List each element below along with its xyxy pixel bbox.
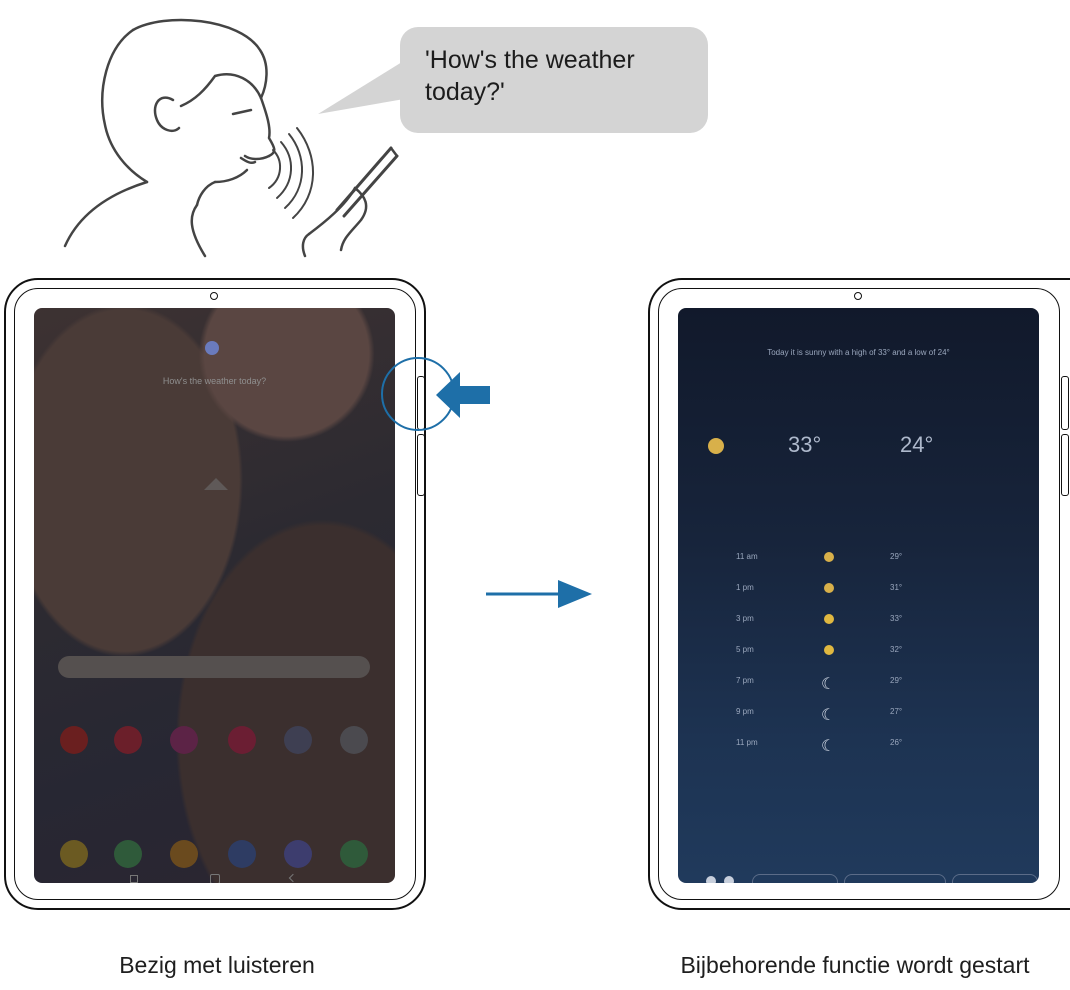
weather-current-icon (708, 438, 724, 454)
bixby-icon (205, 341, 219, 355)
person-illustration (63, 18, 399, 258)
hour-time: 1 pm (736, 583, 754, 592)
sun-cloud-icon (824, 583, 834, 593)
right-side-key[interactable] (1061, 376, 1069, 430)
dock-row (58, 840, 378, 870)
right-volume-key[interactable] (1061, 434, 1069, 496)
moon-cloud-icon: ☾ (821, 738, 836, 755)
mic-button[interactable] (706, 876, 716, 883)
home-widget-icon (204, 478, 228, 490)
right-caption: Bijbehorende functie wordt gestart (680, 952, 1030, 978)
hour-time: 7 pm (736, 676, 754, 685)
left-front-camera (210, 292, 218, 300)
suggestion-chip-3[interactable] (952, 874, 1038, 883)
back-nav-icon[interactable] (288, 873, 298, 883)
hour-temp: 27° (890, 707, 903, 716)
hour-temp: 33° (890, 614, 903, 623)
hour-time: 11 am (736, 552, 758, 561)
press-arrow-icon (436, 372, 490, 418)
app-icon-1[interactable] (60, 726, 88, 754)
left-caption: Bezig met luisteren (119, 952, 315, 978)
app-icon-4[interactable] (228, 726, 256, 754)
weather-summary: Today it is sunny with a high of 33° and… (767, 348, 950, 357)
right-front-camera (854, 292, 862, 300)
hourly-row: 9 pm ☾ 27° (678, 707, 1039, 727)
app-icon-2[interactable] (114, 726, 142, 754)
moon-icon: ☾ (821, 707, 836, 724)
sun-icon (824, 645, 834, 655)
left-volume-key[interactable] (417, 434, 425, 496)
dock-icon-6[interactable] (340, 840, 368, 868)
dock-icon-3[interactable] (170, 840, 198, 868)
hour-temp: 29° (890, 552, 903, 561)
hour-temp: 31° (890, 583, 903, 592)
sun-cloud-icon (824, 552, 834, 562)
search-bar[interactable] (58, 656, 370, 678)
hour-time: 11 pm (736, 738, 758, 747)
moon-icon: ☾ (821, 676, 836, 693)
right-screen: Today it is sunny with a high of 33° and… (678, 308, 1039, 883)
hour-temp: 32° (890, 645, 903, 654)
app-icon-6[interactable] (340, 726, 368, 754)
suggestion-chip-1[interactable] (752, 874, 838, 883)
app-icon-3[interactable] (170, 726, 198, 754)
bixby-button[interactable] (724, 876, 734, 883)
app-icon-row (58, 726, 378, 756)
dock-icon-2[interactable] (114, 840, 142, 868)
hourly-row: 3 pm 33° (678, 614, 1039, 634)
hourly-row: 7 pm ☾ 29° (678, 676, 1039, 696)
hourly-row: 11 am 29° (678, 552, 1039, 572)
sun-icon (824, 614, 834, 624)
home-nav-icon[interactable] (210, 874, 220, 883)
hour-temp: 26° (890, 738, 903, 747)
suggestion-chip-2[interactable] (844, 874, 946, 883)
dock-icon-4[interactable] (228, 840, 256, 868)
hourly-row: 11 pm ☾ 26° (678, 738, 1039, 758)
recents-nav-icon[interactable] (130, 875, 138, 883)
hourly-row: 5 pm 32° (678, 645, 1039, 665)
left-screen: How's the weather today? (34, 308, 395, 883)
speech-bubble-text: 'How's the weather today?' (425, 46, 635, 106)
weather-low: 24° (900, 432, 934, 457)
hourly-row: 1 pm 31° (678, 583, 1039, 603)
weather-high: 33° (788, 432, 822, 457)
hour-time: 5 pm (736, 645, 754, 654)
dock-icon-1[interactable] (60, 840, 88, 868)
app-icon-5[interactable] (284, 726, 312, 754)
dock-icon-5[interactable] (284, 840, 312, 868)
hour-time: 9 pm (736, 707, 754, 716)
voice-prompt-text: How's the weather today? (162, 376, 267, 386)
transition-arrow-icon (486, 580, 592, 608)
hour-time: 3 pm (736, 614, 754, 623)
hour-temp: 29° (890, 676, 903, 685)
